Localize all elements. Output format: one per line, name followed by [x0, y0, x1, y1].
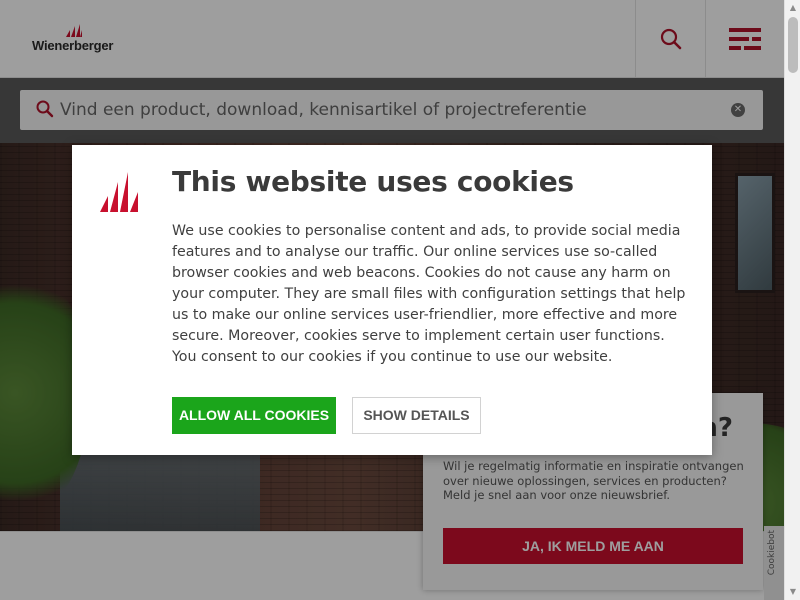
scrollbar[interactable]: ▲ ▼ — [784, 0, 800, 600]
dialog-title: This website uses cookies — [172, 165, 574, 198]
cookie-consent-dialog: This website uses cookies We use cookies… — [72, 145, 712, 455]
scroll-down-arrow-icon[interactable]: ▼ — [785, 584, 800, 600]
scroll-up-arrow-icon[interactable]: ▲ — [785, 0, 800, 16]
show-details-button[interactable]: SHOW DETAILS — [352, 397, 481, 434]
wienerberger-mark-icon — [100, 172, 138, 212]
scroll-thumb[interactable] — [788, 17, 798, 73]
dialog-body: We use cookies to personalise content an… — [172, 223, 686, 365]
allow-all-cookies-button[interactable]: ALLOW ALL COOKIES — [172, 397, 336, 434]
